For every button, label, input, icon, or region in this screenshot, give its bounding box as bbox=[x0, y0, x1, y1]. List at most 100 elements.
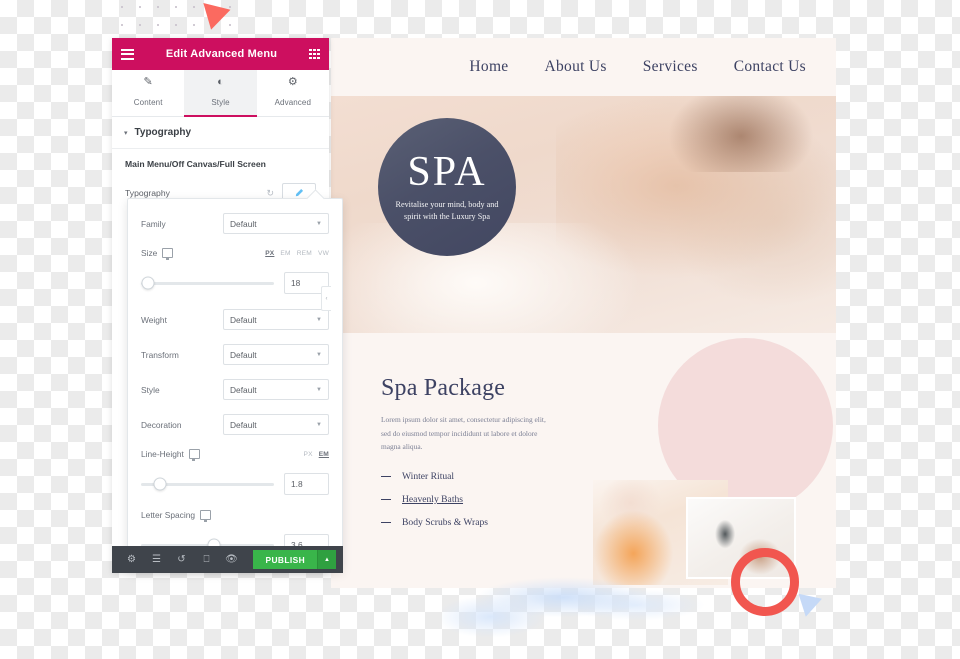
line-height-slider-row: 1.8 bbox=[141, 473, 329, 495]
tab-advanced[interactable]: ⚙ Advanced bbox=[257, 70, 329, 116]
unit-px[interactable]: PX bbox=[265, 250, 274, 257]
tab-content[interactable]: ✎ Content bbox=[112, 70, 184, 116]
responsive-icon[interactable]: ⎕ bbox=[194, 554, 219, 565]
list-item-label: Body Scrubs & Wraps bbox=[402, 517, 489, 529]
hero-hair-region bbox=[666, 96, 816, 172]
line-height-header-row: Line-Height PX EM bbox=[141, 449, 330, 461]
tab-style-label: Style bbox=[211, 98, 230, 107]
monitor-icon[interactable] bbox=[188, 449, 200, 461]
panel-footer-toolbar: ⚙ ☰ ↺ ⎕ 👁 PUBLISH ▲ bbox=[112, 546, 343, 573]
nav-link-contact-us[interactable]: Contact Us bbox=[734, 58, 806, 76]
transform-value: Default bbox=[230, 349, 257, 360]
layers-icon[interactable]: ☰ bbox=[144, 554, 169, 565]
size-label-text: Size bbox=[141, 248, 158, 258]
preview-icon[interactable]: 👁 bbox=[219, 554, 244, 565]
typography-section-title: Typography bbox=[134, 127, 191, 138]
monitor-icon[interactable] bbox=[200, 510, 212, 522]
transform-label: Transform bbox=[141, 349, 179, 360]
control-group-label: Main Menu/Off Canvas/Full Screen bbox=[125, 159, 266, 169]
style-row: Style Default ▼ bbox=[141, 379, 329, 400]
panel-header: Edit Advanced Menu bbox=[112, 38, 329, 70]
site-navigation: Home About Us Services Contact Us bbox=[331, 38, 836, 96]
monitor-icon[interactable] bbox=[162, 248, 174, 260]
unit-em[interactable]: EM bbox=[319, 451, 329, 458]
family-value: Default bbox=[230, 218, 257, 229]
weight-row: Weight Default ▼ bbox=[141, 309, 329, 330]
weight-label: Weight bbox=[141, 314, 167, 325]
size-units: PX EM REM VW bbox=[265, 250, 329, 257]
size-slider[interactable] bbox=[141, 276, 274, 290]
transform-select[interactable]: Default ▼ bbox=[223, 344, 329, 365]
publish-button[interactable]: PUBLISH bbox=[253, 550, 318, 569]
gear-icon[interactable]: ⚙ bbox=[119, 554, 144, 565]
size-label: Size bbox=[141, 248, 174, 260]
weight-value: Default bbox=[230, 314, 257, 325]
nav-link-services[interactable]: Services bbox=[643, 58, 698, 76]
decoration-label: Decoration bbox=[141, 419, 182, 430]
typography-section-header[interactable]: ▾ Typography bbox=[112, 117, 329, 149]
nav-link-home[interactable]: Home bbox=[469, 58, 508, 76]
dash-icon bbox=[381, 498, 391, 501]
history-icon[interactable]: ↺ bbox=[169, 554, 194, 565]
line-height-label: Line-Height bbox=[141, 449, 200, 461]
spa-package-description: Lorem ipsum dolor sit amet, consectetur … bbox=[381, 415, 546, 452]
tab-content-label: Content bbox=[133, 98, 163, 107]
panel-tabs: ✎ Content ◐ Style ⚙ Advanced bbox=[112, 70, 329, 117]
coral-ring-decoration bbox=[731, 548, 799, 616]
chevron-down-icon: ▼ bbox=[316, 386, 322, 393]
elementor-editor-panel: Edit Advanced Menu ✎ Content ◐ Style ⚙ A… bbox=[112, 38, 343, 573]
pencil-icon bbox=[295, 188, 304, 197]
style-label: Style bbox=[141, 384, 160, 395]
decoration-value: Default bbox=[230, 419, 257, 430]
hero-image: SPA Revitalise your mind, body and spiri… bbox=[331, 96, 836, 333]
line-height-label-text: Line-Height bbox=[141, 449, 184, 459]
transform-row: Transform Default ▼ bbox=[141, 344, 329, 365]
family-row: Family Default ▼ bbox=[141, 213, 329, 234]
decoration-select[interactable]: Default ▼ bbox=[223, 414, 329, 435]
size-slider-handle[interactable] bbox=[141, 276, 155, 290]
size-slider-row: 18 bbox=[141, 272, 329, 294]
chevron-down-icon: ▼ bbox=[316, 421, 322, 428]
pencil-icon: ✎ bbox=[143, 76, 153, 88]
letter-spacing-label: Letter Spacing bbox=[141, 510, 212, 522]
line-height-slider-handle[interactable] bbox=[153, 477, 167, 491]
chevron-down-icon: ▼ bbox=[316, 351, 322, 358]
chevron-down-icon: ▾ bbox=[124, 129, 128, 137]
unit-px[interactable]: PX bbox=[304, 451, 313, 458]
unit-rem[interactable]: REM bbox=[297, 250, 312, 257]
line-height-units: PX EM bbox=[304, 451, 330, 458]
spa-badge: SPA Revitalise your mind, body and spiri… bbox=[378, 118, 516, 256]
tab-style[interactable]: ◐ Style bbox=[184, 70, 257, 117]
tab-advanced-label: Advanced bbox=[274, 98, 312, 107]
typography-popup: Family Default ▼ Size PX EM REM VW 18 We… bbox=[127, 198, 343, 571]
hamburger-icon[interactable] bbox=[121, 48, 134, 60]
list-item-label: Heavenly Baths bbox=[402, 494, 464, 506]
line-height-input[interactable]: 1.8 bbox=[284, 473, 329, 495]
family-select[interactable]: Default ▼ bbox=[223, 213, 329, 234]
style-value: Default bbox=[230, 384, 257, 395]
size-header-row: Size PX EM REM VW bbox=[141, 248, 329, 260]
list-item-label: Winter Ritual bbox=[402, 471, 455, 483]
panel-collapse-handle[interactable]: ‹ bbox=[321, 286, 331, 311]
unit-vw[interactable]: VW bbox=[318, 250, 329, 257]
unit-em[interactable]: EM bbox=[280, 250, 290, 257]
dash-icon bbox=[381, 521, 391, 524]
chevron-down-icon: ▼ bbox=[316, 316, 322, 323]
publish-options-caret-icon[interactable]: ▲ bbox=[317, 550, 336, 569]
dash-icon bbox=[381, 475, 391, 478]
gear-icon: ⚙ bbox=[287, 76, 298, 88]
spa-package-heading: Spa Package bbox=[381, 375, 506, 401]
line-height-slider[interactable] bbox=[141, 477, 274, 491]
letter-spacing-label-text: Letter Spacing bbox=[141, 510, 196, 520]
panel-title: Edit Advanced Menu bbox=[165, 48, 278, 60]
letter-spacing-header-row: Letter Spacing bbox=[141, 510, 329, 522]
style-select[interactable]: Default ▼ bbox=[223, 379, 329, 400]
nav-link-about-us[interactable]: About Us bbox=[545, 58, 607, 76]
typography-control-label: Typography bbox=[125, 188, 170, 198]
decoration-row: Decoration Default ▼ bbox=[141, 414, 329, 435]
watercolor-brush-decoration bbox=[442, 570, 712, 648]
reset-icon[interactable]: ↻ bbox=[266, 188, 274, 199]
grid-icon[interactable] bbox=[309, 48, 320, 60]
weight-select[interactable]: Default ▼ bbox=[223, 309, 329, 330]
chevron-down-icon: ▼ bbox=[316, 220, 322, 227]
